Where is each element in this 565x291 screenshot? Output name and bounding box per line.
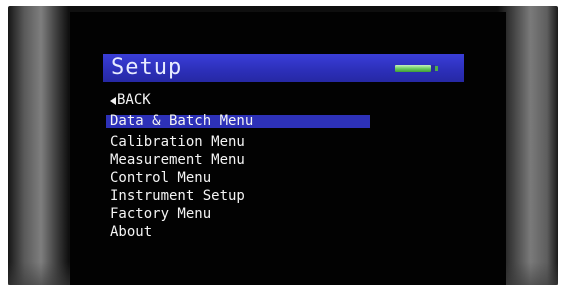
back-label: BACK (117, 92, 151, 108)
menu-item-label: Factory Menu (110, 206, 212, 222)
display-screen: Setup BACK Data & Batch Menu Calibration… (70, 12, 506, 285)
menu-item-data-batch[interactable]: Data & Batch Menu (106, 113, 370, 129)
back-button[interactable]: BACK (110, 92, 151, 109)
menu-item-label: Control Menu (110, 170, 212, 186)
menu-item-control[interactable]: Control Menu (106, 169, 370, 187)
menu-item-label: Calibration Menu (110, 134, 245, 150)
device-photo: Setup BACK Data & Batch Menu Calibration… (0, 0, 565, 291)
menu-item-measurement[interactable]: Measurement Menu (106, 151, 370, 169)
menu-item-label: Measurement Menu (110, 152, 245, 168)
menu-item-label: Data & Batch Menu (110, 113, 254, 129)
battery-level-fill (395, 65, 431, 72)
menu-item-calibration[interactable]: Calibration Menu (106, 133, 370, 151)
menu-item-factory[interactable]: Factory Menu (106, 205, 370, 223)
title-bar: Setup (103, 54, 464, 82)
battery-tip (435, 66, 438, 71)
triangle-left-icon (110, 96, 116, 105)
menu-item-label: About (110, 224, 153, 240)
setup-menu: Data & Batch Menu Calibration Menu Measu… (106, 113, 370, 241)
menu-item-about[interactable]: About (106, 223, 370, 241)
menu-item-label: Instrument Setup (110, 188, 245, 204)
menu-item-instrument-setup[interactable]: Instrument Setup (106, 187, 370, 205)
page-title: Setup (111, 55, 183, 80)
battery-icon (395, 65, 438, 72)
